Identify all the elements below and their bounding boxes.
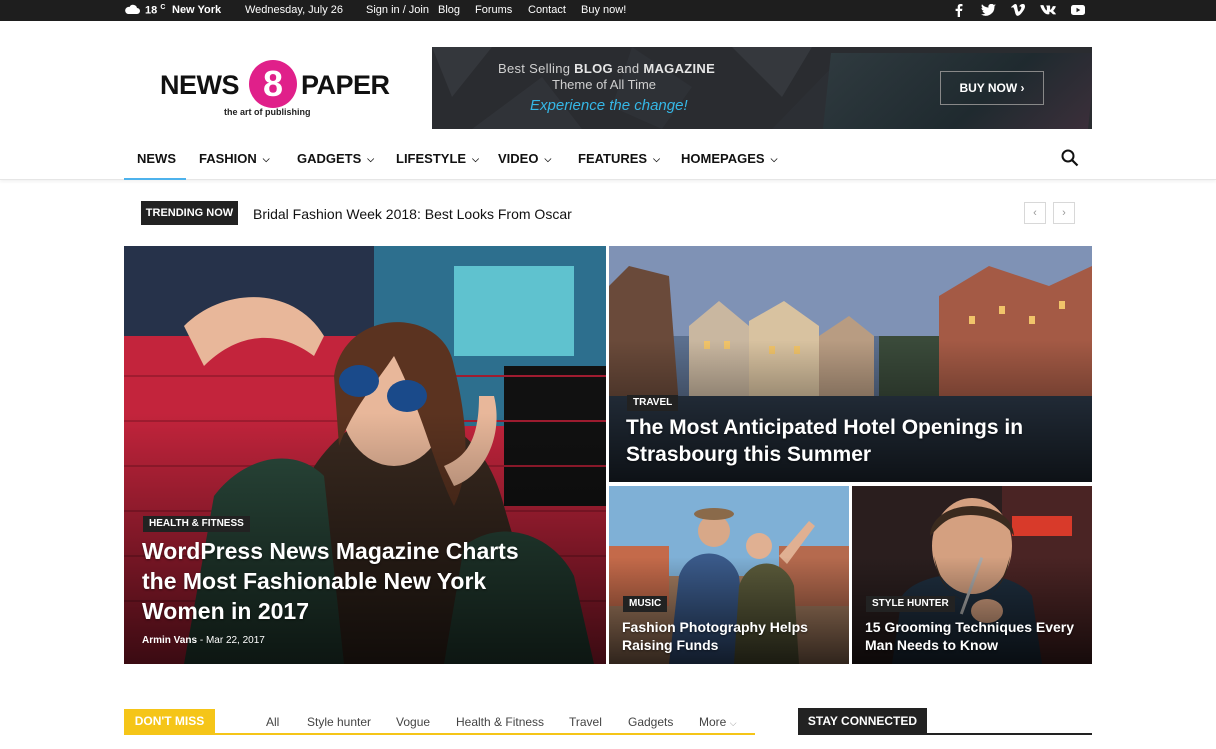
trending-headline[interactable]: Bridal Fashion Week 2018: Best Looks Fro… <box>253 206 572 222</box>
trending-now-label: TRENDING NOW <box>141 201 238 225</box>
temperature: 18 C <box>145 4 166 17</box>
tab-health-fitness[interactable]: Health & Fitness <box>456 715 544 729</box>
chevron-down-icon: ⌵ <box>367 154 375 164</box>
banner-slogan: Experience the change! <box>530 97 688 114</box>
stay-connected-label: STAY CONNECTED <box>798 708 927 734</box>
chevron-down-icon: ⌵ <box>653 154 660 164</box>
logo-number: 8 <box>249 60 297 108</box>
tab-all[interactable]: All <box>266 715 279 729</box>
nav-item-features[interactable]: FEATURES ⌵ <box>578 151 660 166</box>
category-badge[interactable]: TRAVEL <box>627 395 679 411</box>
featured-bottom-left-title[interactable]: Fashion Photography Helps Raising Funds <box>622 618 832 654</box>
category-badge[interactable]: MUSIC <box>623 596 668 612</box>
search-icon[interactable] <box>1061 149 1079 167</box>
vk-icon[interactable] <box>1040 3 1056 17</box>
featured-top-right-article[interactable]: TRAVEL The Most Anticipated Hotel Openin… <box>609 246 1092 482</box>
tab-more[interactable]: More ⌵ <box>699 715 737 729</box>
nav-item-news[interactable]: NEWS <box>137 151 176 166</box>
youtube-icon[interactable] <box>1070 3 1086 17</box>
nav-item-gadgets[interactable]: GADGETS ⌵ <box>297 151 374 166</box>
tab-style-hunter[interactable]: Style hunter <box>307 715 371 729</box>
logo-text-left: NEWS <box>160 70 240 100</box>
category-badge[interactable]: STYLE HUNTER <box>866 596 955 612</box>
buy-now-link[interactable]: Buy now! <box>581 4 626 16</box>
featured-bottom-right-article[interactable]: STYLE HUNTER 15 Grooming Techniques Ever… <box>852 486 1092 664</box>
logo-tagline: the art of publishing <box>224 107 311 117</box>
tab-travel[interactable]: Travel <box>569 715 602 729</box>
main-navigation: NEWS FASHION ⌵ GADGETS ⌵ LIFESTYLE ⌵ VIDEO ⌵… <box>0 137 1216 180</box>
banner-subheadline: Theme of All Time <box>552 77 657 92</box>
category-badge[interactable]: HEALTH & FITNESS <box>143 516 250 532</box>
header-banner-ad[interactable]: Best Selling BLOG and MAGAZINE Theme of … <box>432 47 1092 129</box>
nav-item-video[interactable]: VIDEO ⌵ <box>498 151 551 166</box>
banner-buy-now-button[interactable]: BUY NOW › <box>940 71 1044 105</box>
twitter-icon[interactable] <box>980 3 996 17</box>
logo-text-right: PAPER <box>301 70 390 100</box>
trending-next-button[interactable]: › <box>1053 202 1075 224</box>
publish-date: Mar 22, 2017 <box>205 635 265 646</box>
featured-bottom-left-article[interactable]: MUSIC Fashion Photography Helps Raising … <box>609 486 849 664</box>
trending-prev-button[interactable]: ‹ <box>1024 202 1046 224</box>
nav-item-homepages[interactable]: HOMEPAGES ⌵ <box>681 151 777 166</box>
stay-connected-underline <box>798 733 1092 735</box>
chevron-down-icon: ⌵ <box>262 154 270 164</box>
facebook-icon[interactable] <box>951 3 967 17</box>
contact-link[interactable]: Contact <box>528 4 566 16</box>
nav-item-fashion[interactable]: FASHION ⌵ <box>199 151 270 166</box>
top-bar: 18 C New York Wednesday, July 26 Sign in… <box>0 0 1216 21</box>
sign-in-link[interactable]: Sign in / Join <box>366 4 429 16</box>
nav-active-indicator <box>124 178 186 180</box>
featured-bottom-right-title[interactable]: 15 Grooming Techniques Every Man Needs t… <box>865 618 1080 654</box>
city-name: New York <box>172 4 222 16</box>
forums-link[interactable]: Forums <box>475 4 512 16</box>
dont-miss-label: DON'T MISS <box>124 709 215 734</box>
current-date: Wednesday, July 26 <box>245 4 344 16</box>
chevron-down-icon: ⌵ <box>770 154 778 164</box>
chevron-down-icon: ⌵ <box>472 154 479 164</box>
cloud-icon <box>125 4 140 14</box>
chevron-down-icon: ⌵ <box>729 718 737 728</box>
featured-top-right-title[interactable]: The Most Anticipated Hotel Openings in S… <box>626 414 1046 468</box>
site-logo[interactable]: NEWS 8 PAPER the art of publishing <box>160 60 400 122</box>
article-meta: Armin Vans - Mar 22, 2017 <box>142 635 265 646</box>
author-name[interactable]: Armin Vans <box>142 635 197 646</box>
blog-link[interactable]: Blog <box>438 4 460 16</box>
chevron-down-icon: ⌵ <box>544 154 552 164</box>
featured-main-title[interactable]: WordPress News Magazine Charts the Most … <box>142 536 542 626</box>
banner-headline: Best Selling BLOG and MAGAZINE <box>498 61 716 76</box>
dont-miss-underline <box>124 733 755 735</box>
featured-main-article[interactable]: HEALTH & FITNESS WordPress News Magazine… <box>124 246 606 664</box>
vimeo-icon[interactable] <box>1010 3 1026 17</box>
tab-gadgets[interactable]: Gadgets <box>628 715 673 729</box>
tab-vogue[interactable]: Vogue <box>396 715 430 729</box>
nav-item-lifestyle[interactable]: LIFESTYLE ⌵ <box>396 151 479 166</box>
